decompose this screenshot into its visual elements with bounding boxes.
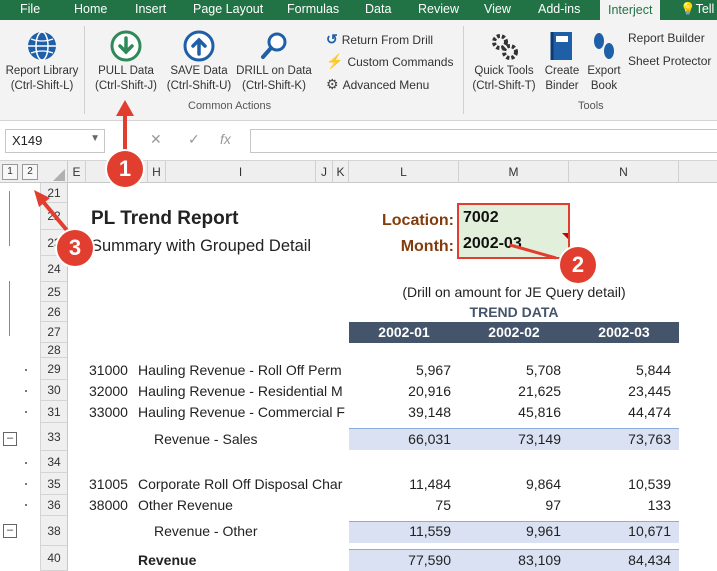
callout-badge: 2 (560, 247, 596, 283)
excel-window: File Home Insert Page Layout Formulas Da… (0, 0, 717, 571)
callout-badge: 1 (107, 151, 143, 187)
callout-badge: 3 (57, 230, 93, 266)
callout-arrows (34, 100, 557, 260)
